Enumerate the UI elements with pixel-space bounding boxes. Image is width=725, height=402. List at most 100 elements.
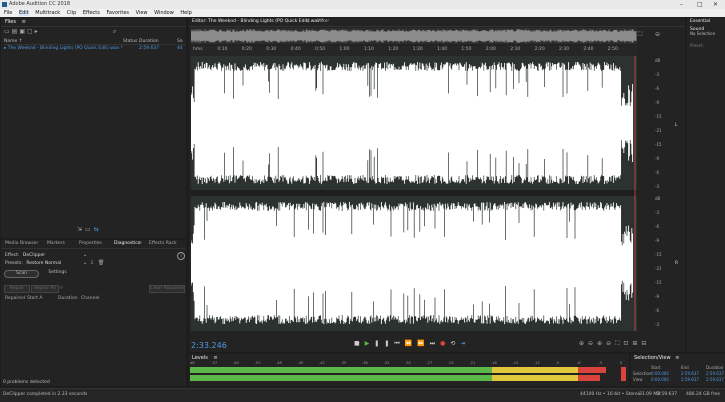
- selection-start[interactable]: 0:00.000: [651, 371, 669, 376]
- menu-window[interactable]: Window: [154, 10, 174, 16]
- col-duration[interactable]: Duration: [139, 39, 159, 44]
- zoom-out-amplitude-icon[interactable]: ⊖: [588, 340, 597, 347]
- view-start[interactable]: 0:00.000: [651, 377, 669, 382]
- col-channel[interactable]: Channel: [81, 296, 99, 301]
- file-duration: 2:59.637: [139, 46, 160, 51]
- col-status[interactable]: Status: [123, 39, 137, 44]
- view-duration[interactable]: 2:59.637: [706, 377, 724, 382]
- tab-media-browser[interactable]: Media Browser: [5, 240, 38, 248]
- link-icon[interactable]: ⇆: [94, 226, 102, 233]
- go-to-end-icon[interactable]: ⏭: [430, 340, 440, 347]
- new-file-icon[interactable]: ▣: [19, 28, 27, 35]
- panel-menu-icon[interactable]: ≡: [306, 18, 310, 26]
- rewind-icon[interactable]: ⏪: [405, 340, 417, 347]
- tab-diagnostics[interactable]: Diagnostics: [114, 240, 140, 248]
- effect-select[interactable]: DeClipper: [23, 253, 45, 258]
- zoom-selection-icon[interactable]: ⊡: [623, 340, 632, 347]
- zoom-to-fit-icon[interactable]: ⛶: [638, 31, 642, 39]
- minimize-icon[interactable]: –: [680, 0, 683, 9]
- col-name[interactable]: Name ↑: [4, 39, 22, 44]
- levels-scale-label: -36: [362, 361, 368, 365]
- files-panel-title[interactable]: Files: [5, 19, 16, 25]
- channel-r-label[interactable]: R: [675, 261, 678, 266]
- menu-multitrack[interactable]: Multitrack: [35, 10, 60, 16]
- col-sample[interactable]: Sa: [177, 39, 183, 44]
- panel-menu-icon[interactable]: ≡: [22, 19, 26, 25]
- search-icon[interactable]: ⌕: [113, 28, 116, 36]
- presets-select[interactable]: Restore Normal: [26, 261, 61, 266]
- open-file-icon[interactable]: ▭: [4, 28, 12, 35]
- col-duration[interactable]: Duration: [58, 296, 78, 301]
- panel-menu-icon[interactable]: ≡: [675, 355, 679, 361]
- waveform-display[interactable]: [191, 56, 637, 331]
- view-end[interactable]: 2:59.637: [681, 377, 699, 382]
- selection-end[interactable]: 2:59.637: [681, 371, 699, 376]
- channel-l-label[interactable]: L: [675, 123, 678, 128]
- folder-icon[interactable]: ▭: [85, 226, 94, 233]
- delete-preset-icon[interactable]: 🗑: [98, 260, 104, 266]
- info-icon[interactable]: i: [177, 252, 185, 260]
- menu-effects[interactable]: Effects: [83, 10, 100, 16]
- levels-scale-label: -18: [491, 361, 497, 365]
- close-file-icon[interactable]: ▢: [27, 28, 35, 35]
- zoom-out-time-icon[interactable]: ⊖: [606, 340, 615, 347]
- db-scale-label: -3: [655, 322, 659, 327]
- ruler-tick-label: 0:30: [266, 47, 277, 52]
- repair-all-button[interactable]: Repair All: [31, 285, 59, 293]
- col-repaired[interactable]: Repaired: [5, 296, 25, 301]
- chevron-down-icon[interactable]: ⌄: [83, 260, 87, 266]
- insert-icon[interactable]: ⇲: [77, 226, 85, 233]
- panel-menu-icon[interactable]: ≡: [138, 240, 142, 248]
- pause-icon[interactable]: ❚❚: [374, 340, 394, 347]
- play-icon[interactable]: ▶: [365, 340, 375, 347]
- menu-file[interactable]: File: [4, 10, 12, 16]
- zoom-icon[interactable]: ⊕: [59, 285, 63, 291]
- ruler-tick-label: 2:30: [559, 47, 570, 52]
- repair-button[interactable]: Repair: [4, 285, 30, 293]
- overview-waveform[interactable]: [191, 28, 637, 44]
- menu-favorites[interactable]: Favorites: [106, 10, 129, 16]
- tab-properties[interactable]: Properties: [79, 240, 102, 248]
- file-row[interactable]: ▸ The Weeknd - Blinding Lights (PO Quick…: [4, 46, 185, 51]
- stop-icon[interactable]: ■: [354, 340, 365, 347]
- levels-scale-label: -24: [448, 361, 454, 365]
- zoom-in-time-icon[interactable]: ⊕: [597, 340, 606, 347]
- zoom-in-amplitude-icon[interactable]: ⊕: [579, 340, 588, 347]
- tab-effects-rack[interactable]: Effects Rack: [149, 240, 177, 248]
- ruler-tick-label: 2:50: [607, 47, 618, 52]
- tab-markers[interactable]: Markers: [47, 240, 65, 248]
- zoom-out-point-icon[interactable]: ⊟: [641, 340, 650, 347]
- time-ruler[interactable]: hms 0:10 0:20 0:30 0:40 0:50 1:00 1:10 1:20 1:30 1…: [191, 46, 637, 56]
- skip-icon[interactable]: ⇥: [460, 340, 470, 347]
- go-to-start-icon[interactable]: ⏮: [394, 340, 404, 347]
- current-time-display[interactable]: 2:33.246: [191, 341, 227, 350]
- levels-scale-label: -15: [512, 361, 519, 365]
- essential-sound-title[interactable]: Essential Sound: [687, 18, 725, 32]
- maximize-icon[interactable]: □: [697, 0, 703, 9]
- tab-editor[interactable]: Editor: The Weeknd - Blinding Lights (PO…: [192, 18, 323, 26]
- menu-edit[interactable]: Edit: [18, 10, 29, 16]
- selection-view-title[interactable]: Selection/View: [634, 355, 671, 361]
- settings-button[interactable]: Settings: [41, 270, 74, 276]
- menu-clip[interactable]: Clip: [67, 10, 76, 16]
- close-icon[interactable]: ✕: [713, 0, 718, 9]
- selection-duration[interactable]: 2:59.637: [706, 371, 724, 376]
- fast-forward-icon[interactable]: ⏩: [417, 340, 429, 347]
- menu-view[interactable]: View: [136, 10, 148, 16]
- col-start[interactable]: Start A: [27, 296, 43, 301]
- menu-help[interactable]: Help: [180, 10, 191, 16]
- scan-button[interactable]: Scan: [4, 270, 39, 278]
- status-message: DeClipper completed in 2.33 seconds: [3, 392, 88, 397]
- record-icon[interactable]: ●: [440, 340, 450, 347]
- zoom-out-icon[interactable]: ⊖: [655, 31, 660, 38]
- chevron-down-icon[interactable]: ⌄: [83, 252, 87, 258]
- db-scale-label: dB: [655, 196, 661, 201]
- tab-mixer[interactable]: Mixer: [317, 18, 329, 26]
- autoplay-icon[interactable]: ▸: [35, 28, 40, 35]
- loop-icon[interactable]: ⟲: [450, 340, 460, 347]
- ruler-tick-label: 1:30: [412, 47, 423, 52]
- files-column-header: Name ↑ Status Duration Sa: [4, 39, 185, 45]
- save-preset-icon[interactable]: ⇩: [90, 260, 94, 266]
- clear-repaired-button[interactable]: Clear Repaired: [149, 285, 185, 293]
- expand-arrow-icon[interactable]: ▸: [4, 46, 6, 51]
